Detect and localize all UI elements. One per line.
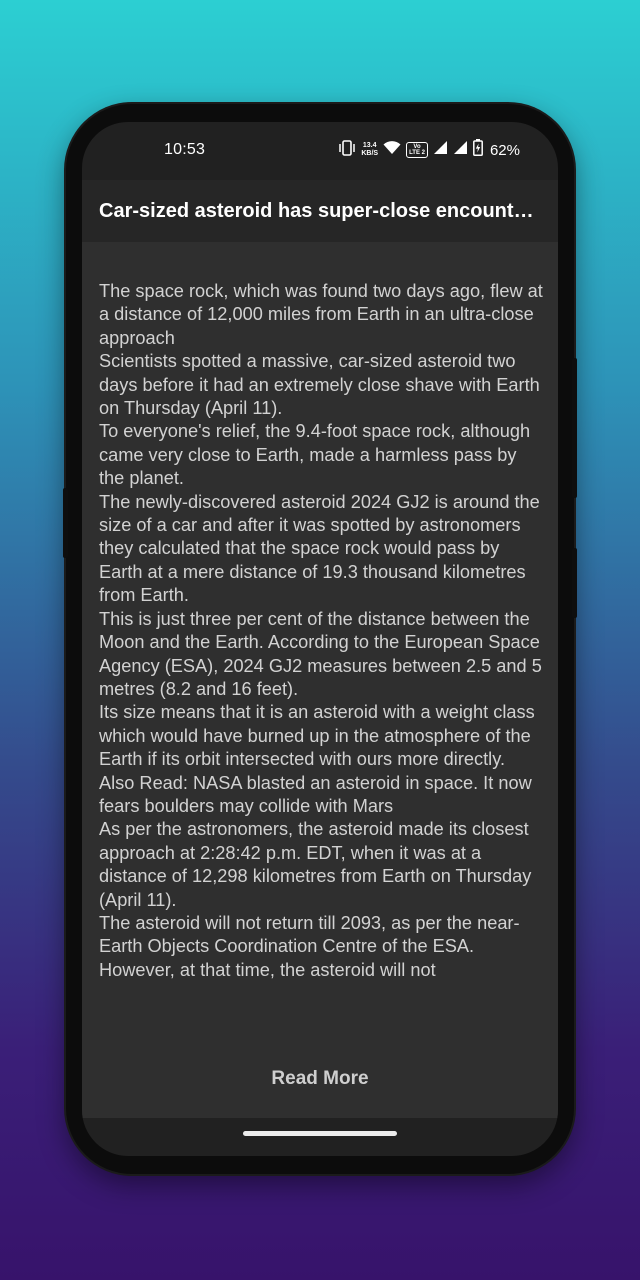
article-paragraph: To everyone's relief, the 9.4-foot space…: [99, 421, 531, 489]
article-paragraph: This is just three per cent of the dista…: [99, 608, 542, 699]
status-time: 10:53: [164, 141, 206, 158]
gesture-nav-handle[interactable]: [243, 1131, 397, 1136]
article-paragraph: The space rock, which was found two days…: [99, 281, 543, 348]
article-body: The space rock, which was found two days…: [99, 280, 545, 1031]
page-title: Car-sized asteroid has super-close encou…: [99, 200, 539, 222]
article-paragraph: Its size means that it is an asteroid wi…: [99, 702, 535, 770]
network-speed: 13.4 KB/S: [361, 142, 378, 158]
status-bar: 10:53 13.4 KB/S Vo LTE 2 62%: [82, 122, 558, 180]
battery-icon: [473, 139, 483, 161]
phone-power-button: [572, 358, 577, 498]
phone-screen: 10:53 13.4 KB/S Vo LTE 2 62% Car-sized a…: [82, 122, 558, 1156]
phone-volume-button: [63, 488, 68, 558]
network-speed-value: 13.4: [362, 142, 377, 149]
volte-bottom-label: LTE 2: [409, 150, 425, 156]
phone-side-button: [572, 548, 577, 618]
article-paragraph: Also Read: NASA blasted an asteroid in s…: [99, 772, 532, 816]
wifi-icon: [383, 140, 401, 160]
network-speed-unit: KB/S: [361, 150, 379, 157]
article-paragraph: As per the astronomers, the asteroid mad…: [99, 819, 532, 910]
vibrate-icon: [338, 139, 356, 161]
article-paragraph: Scientists spotted a massive, car-sized …: [99, 351, 540, 419]
article-content[interactable]: The space rock, which was found two days…: [82, 242, 558, 1118]
app-bar: Car-sized asteroid has super-close encou…: [82, 180, 558, 242]
battery-percent: 62%: [489, 141, 520, 159]
signal-icon-sim1: [433, 140, 448, 160]
article-paragraph: The newly-discovered asteroid 2024 GJ2 i…: [99, 491, 540, 606]
volte-icon: Vo LTE 2: [406, 142, 428, 158]
read-more-button[interactable]: Read More: [82, 1068, 558, 1090]
signal-icon-sim2: [453, 140, 468, 160]
article-paragraph: The asteroid will not return till 2093, …: [99, 912, 520, 980]
status-icons: 13.4 KB/S Vo LTE 2 62%: [338, 139, 520, 161]
